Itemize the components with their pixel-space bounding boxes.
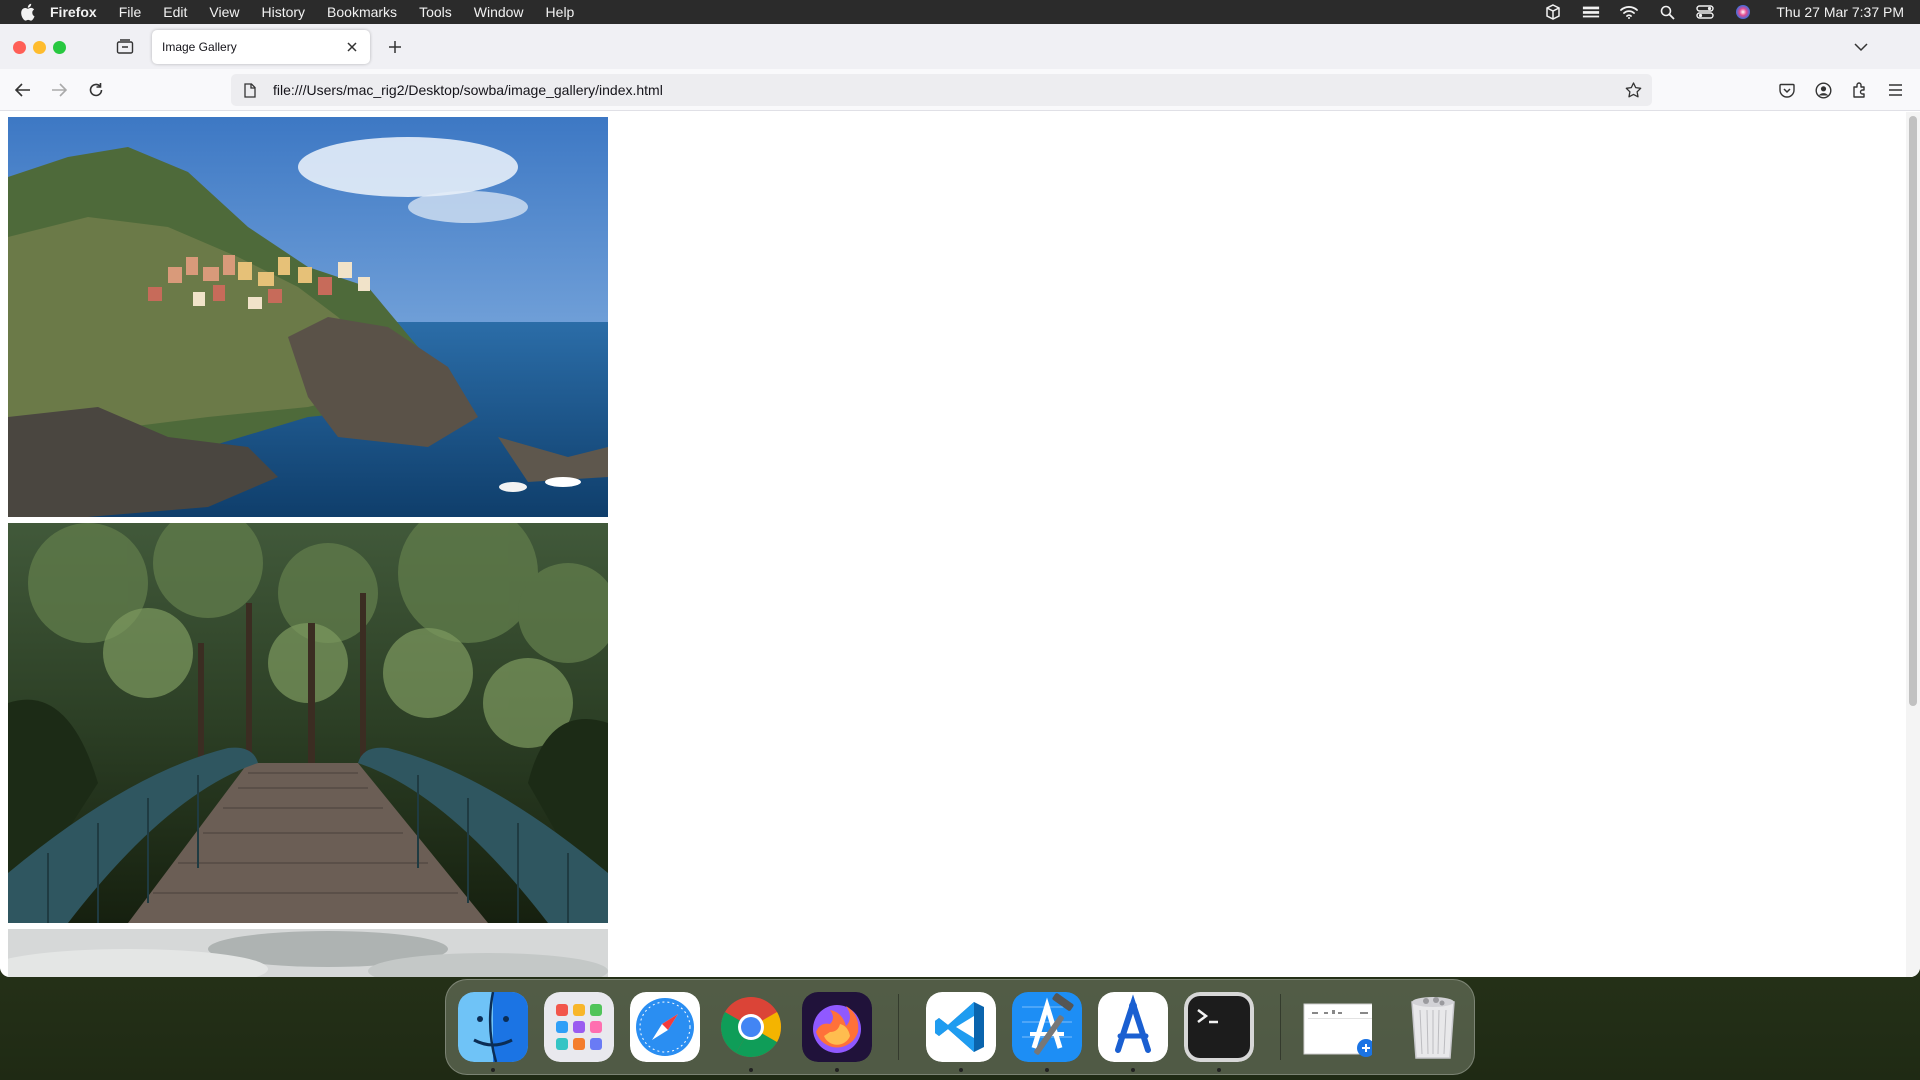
page-scrollbar[interactable] [1906,112,1920,977]
tab-image-gallery[interactable]: Image Gallery [152,30,370,64]
coastal-village-photo[interactable] [8,117,608,517]
new-tab-button[interactable] [384,36,406,58]
scrollbar-thumb[interactable] [1909,116,1917,706]
page-content [0,112,1920,977]
tab-strip: Image Gallery [0,24,1920,69]
launchpad-icon[interactable] [544,992,614,1062]
coastal-village-image [8,117,608,517]
dock-separator [898,994,899,1060]
bookmark-star-icon[interactable] [1624,81,1642,99]
extensions-icon[interactable] [1848,79,1870,101]
forest-bridge-image [8,523,608,923]
menu-view[interactable]: View [209,4,239,20]
browser-window: Image Gallery file:///Users/mac_rig2/Des… [0,24,1920,977]
window-close-button[interactable] [13,41,26,54]
firefox-icon[interactable] [802,992,872,1062]
chrome-running-dot [749,1068,753,1072]
dock [445,979,1475,1075]
page-file-icon [241,81,259,99]
menu-bookmarks[interactable]: Bookmarks [327,4,397,20]
chrome-icon[interactable] [716,992,786,1062]
wifi-icon[interactable] [1620,4,1639,20]
url-text[interactable]: file:///Users/mac_rig2/Desktop/sowba/ima… [273,82,663,98]
sky-landscape-image [8,929,608,977]
finder-running-dot [491,1068,495,1072]
menu-app-firefox[interactable]: Firefox [50,4,97,20]
xcode-icon[interactable] [1012,992,1082,1062]
navigation-toolbar: file:///Users/mac_rig2/Desktop/sowba/ima… [0,69,1920,111]
spotlight-search-icon[interactable] [1658,4,1676,20]
menu-history[interactable]: History [261,4,305,20]
menu-bar: Firefox File Edit View History Bookmarks… [0,0,1920,24]
apple-logo-icon[interactable] [20,3,36,21]
trash-icon[interactable] [1398,992,1468,1062]
window-minimize-button[interactable] [33,41,46,54]
back-arrow-icon[interactable] [12,79,34,101]
instruments-icon[interactable] [1098,992,1168,1062]
menu-extra-icon[interactable] [1582,4,1600,20]
vscode-icon[interactable] [926,992,996,1062]
dock-separator [1280,994,1281,1060]
firefox-running-dot [835,1068,839,1072]
control-center-icon[interactable] [1696,4,1715,20]
menu-window[interactable]: Window [474,4,524,20]
terminal-running-dot [1217,1068,1221,1072]
tab-title: Image Gallery [162,40,237,54]
firefox-view-icon[interactable] [114,37,136,57]
terminal-icon[interactable] [1184,992,1254,1062]
vscode-running-dot [959,1068,963,1072]
hamburger-menu-icon[interactable] [1884,79,1906,101]
menu-tools[interactable]: Tools [419,4,452,20]
package-icon[interactable] [1544,4,1562,20]
sky-landscape-photo[interactable] [8,929,608,977]
forest-bridge-photo[interactable] [8,523,608,923]
reload-icon[interactable] [85,79,107,101]
window-maximize-button[interactable] [53,41,66,54]
list-all-tabs-icon[interactable] [1850,36,1872,58]
pocket-icon[interactable] [1776,79,1798,101]
safari-icon[interactable] [630,992,700,1062]
tab-close-icon[interactable] [344,39,360,55]
menu-edit[interactable]: Edit [163,4,187,20]
menu-help[interactable]: Help [546,4,575,20]
finder-icon[interactable] [458,992,528,1062]
address-bar[interactable]: file:///Users/mac_rig2/Desktop/sowba/ima… [231,74,1652,106]
xcode-running-dot [1045,1068,1049,1072]
instruments-running-dot [1131,1068,1135,1072]
menubar-clock[interactable]: Thu 27 Mar 7:37 PM [1776,4,1904,20]
forward-arrow-icon[interactable] [48,79,70,101]
menu-file[interactable]: File [119,4,142,20]
preview-document-icon[interactable] [1302,992,1372,1062]
siri-icon[interactable] [1734,4,1752,20]
account-icon[interactable] [1812,79,1834,101]
